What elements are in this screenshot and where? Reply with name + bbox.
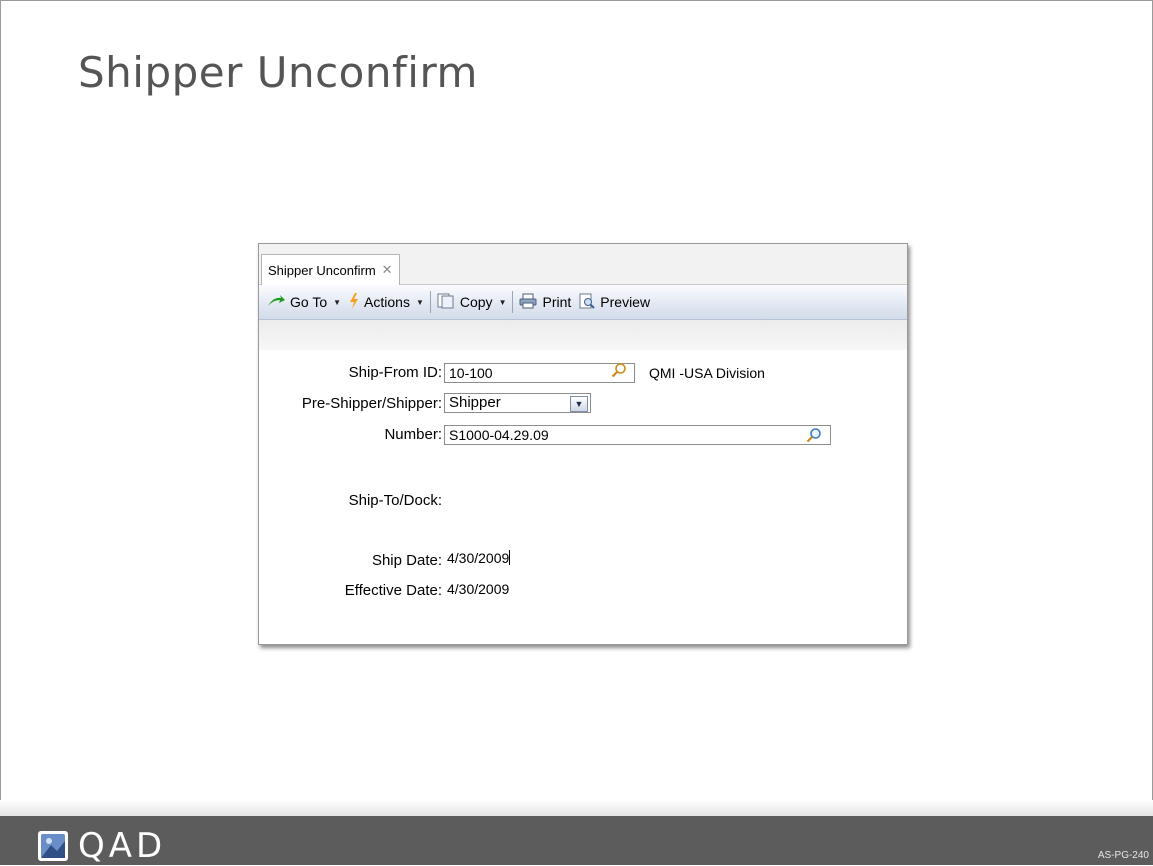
toolbar-separator	[429, 291, 431, 313]
preview-label: Preview	[600, 294, 651, 310]
chevron-down-icon: ▼	[498, 297, 507, 307]
copy-label: Copy	[459, 294, 493, 310]
ship-from-id-input[interactable]: 10-100	[444, 363, 635, 383]
slide-title: Shipper Unconfirm	[78, 48, 478, 97]
ship-from-id-value: 10-100	[449, 365, 493, 381]
copy-icon	[437, 293, 455, 312]
preview-button[interactable]: Preview	[575, 293, 654, 312]
number-lookup-icon[interactable]	[806, 427, 822, 447]
ship-date-value: 4/30/2009	[447, 550, 510, 566]
ship-from-id-label: Ship-From ID:	[348, 364, 442, 381]
print-label: Print	[542, 294, 572, 310]
app-window: Shipper Unconfirm ✕ Go To ▼ Actions ▼ Co…	[258, 243, 908, 645]
toolbar-gap	[259, 320, 907, 350]
toolbar-separator	[512, 291, 514, 313]
number-value: S1000-04.29.09	[449, 427, 549, 443]
ship-to-dock-label: Ship-To/Dock:	[348, 492, 442, 509]
ship-from-description: QMI -USA Division	[649, 365, 765, 381]
footer: QAD AS-PG-240	[0, 816, 1153, 866]
page-code: AS-PG-240	[1097, 850, 1149, 861]
pre-shipper-select[interactable]: Shipper ▼	[444, 393, 591, 413]
chevron-down-icon: ▼	[415, 297, 424, 307]
goto-button[interactable]: Go To ▼	[263, 294, 345, 311]
footer-band	[0, 800, 1153, 816]
qad-logo-mark-icon	[38, 831, 68, 861]
qad-logo: QAD	[38, 826, 166, 866]
chevron-down-icon[interactable]: ▼	[570, 396, 588, 412]
lightning-icon	[349, 292, 359, 312]
print-button[interactable]: Print	[515, 293, 575, 312]
effective-date-value: 4/30/2009	[447, 581, 510, 597]
goto-label: Go To	[290, 294, 328, 310]
pre-shipper-value: Shipper	[449, 394, 501, 411]
number-label: Number:	[384, 426, 442, 443]
number-input[interactable]: S1000-04.29.09	[444, 425, 831, 445]
close-icon[interactable]: ✕	[382, 262, 393, 278]
text-cursor	[509, 550, 511, 565]
ship-from-lookup-icon[interactable]	[611, 362, 627, 382]
preview-icon	[579, 293, 595, 312]
actions-label: Actions	[364, 294, 410, 310]
actions-button[interactable]: Actions ▼	[345, 292, 428, 312]
ship-date-field[interactable]: 4/30/2009	[447, 550, 511, 566]
qad-wordmark: QAD	[78, 826, 167, 866]
printer-icon	[519, 293, 537, 312]
tab-label: Shipper Unconfirm	[268, 262, 376, 278]
chevron-down-icon: ▼	[333, 297, 342, 307]
tab-strip: Shipper Unconfirm ✕	[259, 244, 907, 285]
ship-date-label: Ship Date:	[371, 552, 442, 569]
tab-shipper-unconfirm[interactable]: Shipper Unconfirm ✕	[261, 254, 400, 285]
goto-arrow-icon	[267, 294, 285, 311]
pre-shipper-label: Pre-Shipper/Shipper:	[301, 395, 442, 412]
toolbar: Go To ▼ Actions ▼ Copy ▼ Print Preview	[259, 285, 907, 320]
effective-date-label: Effective Date:	[344, 582, 442, 599]
copy-button[interactable]: Copy ▼	[433, 293, 511, 312]
